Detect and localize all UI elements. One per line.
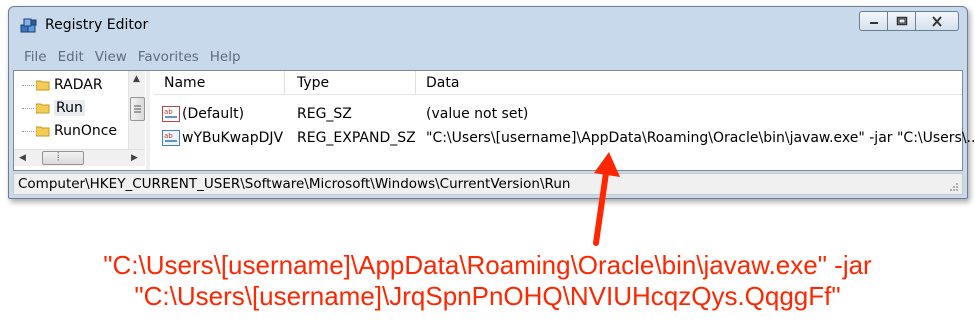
tree-horizontal-scrollbar[interactable]: ◀ ⦙ ▶ (14, 149, 145, 166)
window-controls (859, 11, 959, 33)
title-bar[interactable]: Registry Editor (9, 7, 967, 43)
registry-cube-icon (20, 18, 37, 33)
maximize-button[interactable] (887, 11, 915, 31)
menu-file[interactable]: File (24, 49, 47, 65)
value-name: wYBuKwapDJV (182, 130, 284, 146)
grip-lines-icon: ⦙ (57, 150, 60, 163)
string-value-icon: ab (162, 106, 180, 122)
menu-edit[interactable]: Edit (58, 49, 84, 65)
menu-view[interactable]: View (95, 49, 127, 65)
tree-item-label: Run (54, 100, 85, 116)
client-area: RADAR Run RunOnce ▲ ◀ ⦙ ▶ Name Type Data… (13, 70, 975, 171)
menu-help[interactable]: Help (210, 49, 241, 65)
menu-bar: File Edit View Favorites Help (13, 45, 963, 69)
folder-icon (36, 126, 50, 137)
tree-item-label: RADAR (54, 77, 103, 93)
close-icon (932, 15, 942, 27)
tree-connector (22, 107, 34, 109)
value-type: REG_SZ (297, 106, 352, 122)
window-title: Registry Editor (45, 17, 149, 33)
annotation-line-1: "C:\Users\[username]\AppData\Roaming\Ora… (103, 250, 872, 280)
svg-text:ab: ab (164, 108, 173, 116)
value-data: (value not set) (426, 106, 529, 122)
callout-arrow-icon (593, 152, 620, 246)
tree-vertical-scroll-thumb[interactable] (130, 97, 145, 121)
column-header-data[interactable]: Data (426, 75, 459, 91)
column-header-name[interactable]: Name (164, 75, 205, 91)
table-row[interactable]: ab (Default) REG_SZ (value not set) (154, 103, 962, 126)
tree-item-run[interactable]: Run (22, 97, 85, 119)
values-list: Name Type Data ab (Default) REG_SZ (valu… (154, 71, 975, 170)
menu-favorites[interactable]: Favorites (138, 49, 199, 65)
tree-connector (22, 84, 34, 86)
folder-icon (36, 80, 50, 91)
status-bar: Computer\HKEY_CURRENT_USER\Software\Micr… (13, 173, 963, 195)
resize-grip-icon[interactable] (949, 182, 959, 192)
column-header-type[interactable]: Type (297, 75, 329, 91)
maximize-icon (896, 16, 907, 26)
folder-open-icon (36, 103, 50, 114)
list-header: Name Type Data (154, 71, 962, 95)
registry-editor-window: Registry Editor File Edit View Favorites… (8, 6, 975, 199)
annotation-text: "C:\Users\[username]\AppData\Roaming\Ora… (0, 250, 975, 312)
tree-item-label: RunOnce (54, 123, 118, 139)
tree-item-runonce[interactable]: RunOnce (22, 120, 117, 142)
scroll-left-icon[interactable]: ◀ (19, 153, 26, 163)
scroll-right-icon[interactable]: ▶ (131, 153, 138, 163)
tree-connector (22, 130, 34, 132)
value-name: (Default) (182, 106, 245, 122)
registry-path: Computer\HKEY_CURRENT_USER\Software\Micr… (18, 176, 571, 192)
svg-text:ab: ab (164, 132, 173, 140)
scroll-up-icon[interactable]: ▲ (133, 74, 140, 84)
minimize-icon (869, 22, 878, 24)
annotation-line-2: "C:\Users\[username]\JrqSpnPnOHQ\NVIUHcq… (134, 281, 841, 311)
grip-lines-icon (134, 105, 141, 113)
value-type: REG_EXPAND_SZ (297, 130, 416, 146)
expand-string-value-icon: ab (162, 130, 180, 146)
minimize-button[interactable] (859, 11, 887, 31)
column-divider[interactable] (415, 71, 416, 95)
tree-horizontal-scroll-thumb[interactable]: ⦙ (42, 150, 84, 165)
close-button[interactable] (915, 11, 959, 31)
key-tree-pane: RADAR Run RunOnce ▲ ◀ ⦙ ▶ (14, 71, 150, 170)
table-row[interactable]: ab wYBuKwapDJV REG_EXPAND_SZ "C:\Users\[… (154, 127, 975, 150)
tree-vertical-scrollbar[interactable]: ▲ (128, 71, 145, 149)
value-data: "C:\Users\[username]\AppData\Roaming\Ora… (426, 130, 975, 146)
column-divider[interactable] (284, 71, 285, 95)
tree-item-radar[interactable]: RADAR (22, 74, 103, 96)
